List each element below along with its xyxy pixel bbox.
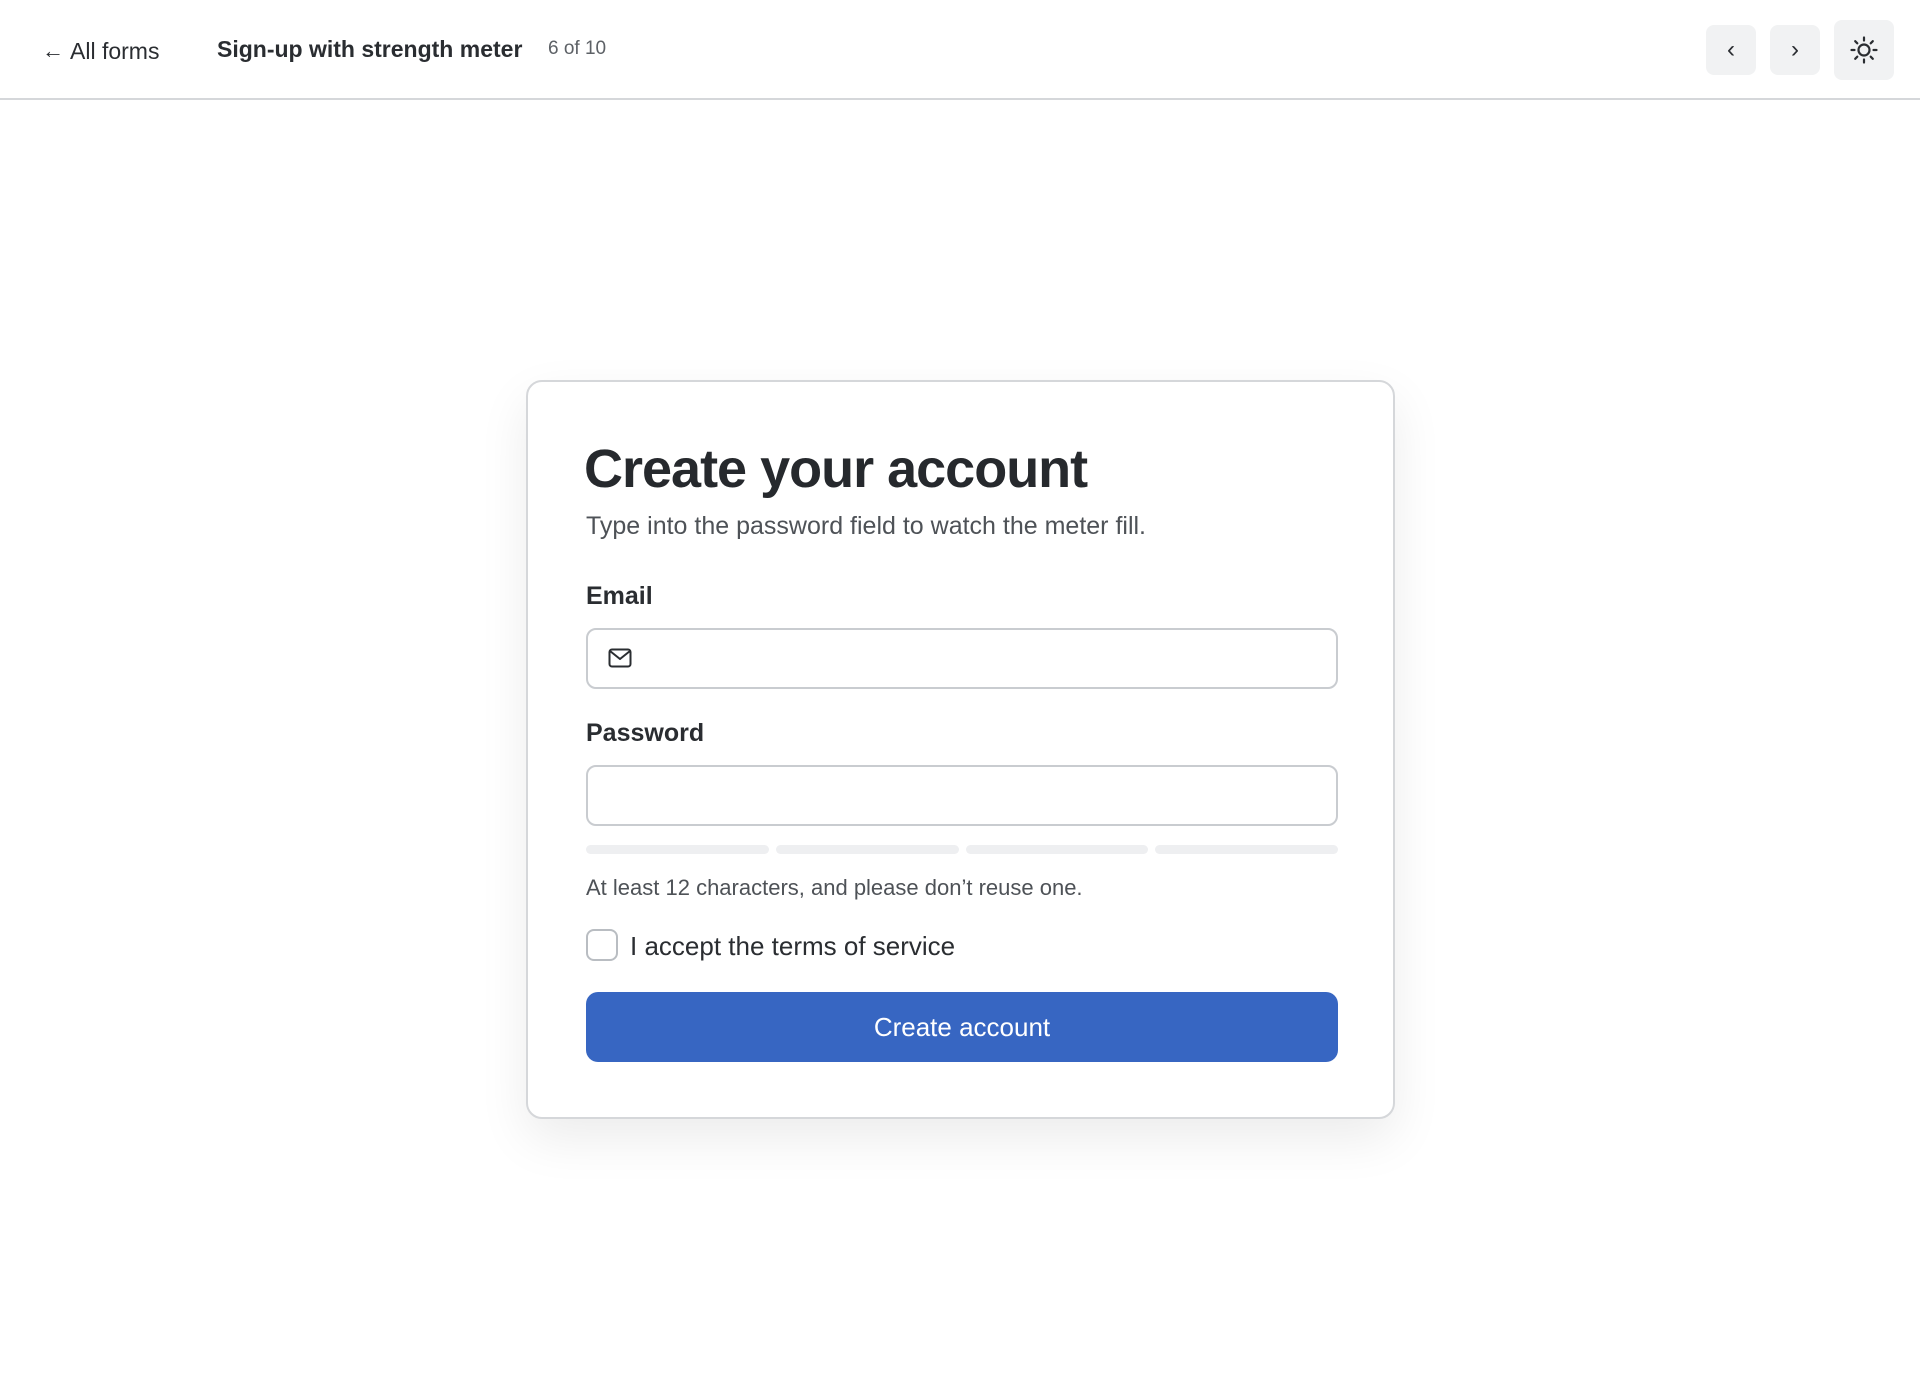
email-label: Email [586,582,653,610]
strength-meter [586,845,1338,854]
password-field-wrapper [586,765,1338,826]
strength-meter-segment [965,845,1149,854]
form-counter: 6 of 10 [548,38,607,59]
mail-icon [608,648,632,668]
chevron-right-icon: › [1791,36,1799,63]
arrow-left-icon: ← [42,38,64,63]
form-title: Create your account [584,439,1088,499]
terms-checkbox[interactable] [586,929,618,961]
email-field[interactable] [644,630,1320,687]
top-bar: ← All forms Sign-up with strength meter … [0,0,1920,100]
password-field[interactable] [606,767,1320,824]
terms-label[interactable]: I accept the terms of service [630,931,955,962]
strength-meter-segment [775,845,959,854]
theme-toggle-button[interactable] [1834,20,1894,80]
create-account-button[interactable]: Create account [586,992,1338,1062]
password-label: Password [586,719,705,747]
chevron-left-icon: ‹ [1727,36,1735,63]
page-title: Sign-up with strength meter [217,36,523,62]
strength-meter-segment [1155,845,1338,854]
all-forms-label: All forms [70,37,160,64]
password-hint: At least 12 characters, and please don’t… [586,875,1083,900]
previous-form-button[interactable]: ‹ [1706,25,1756,75]
form-subtitle: Type into the password field to watch th… [586,512,1146,540]
all-forms-link[interactable]: ← All forms [42,36,159,66]
email-field-wrapper [586,628,1338,689]
next-form-button[interactable]: › [1770,25,1820,75]
strength-meter-segment [586,845,769,854]
signup-card: Create your account Type into the passwo… [526,380,1395,1119]
sun-icon [1850,36,1878,64]
